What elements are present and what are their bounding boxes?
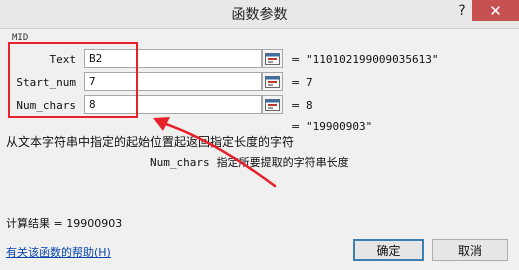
annotation-arrow [153, 117, 277, 188]
